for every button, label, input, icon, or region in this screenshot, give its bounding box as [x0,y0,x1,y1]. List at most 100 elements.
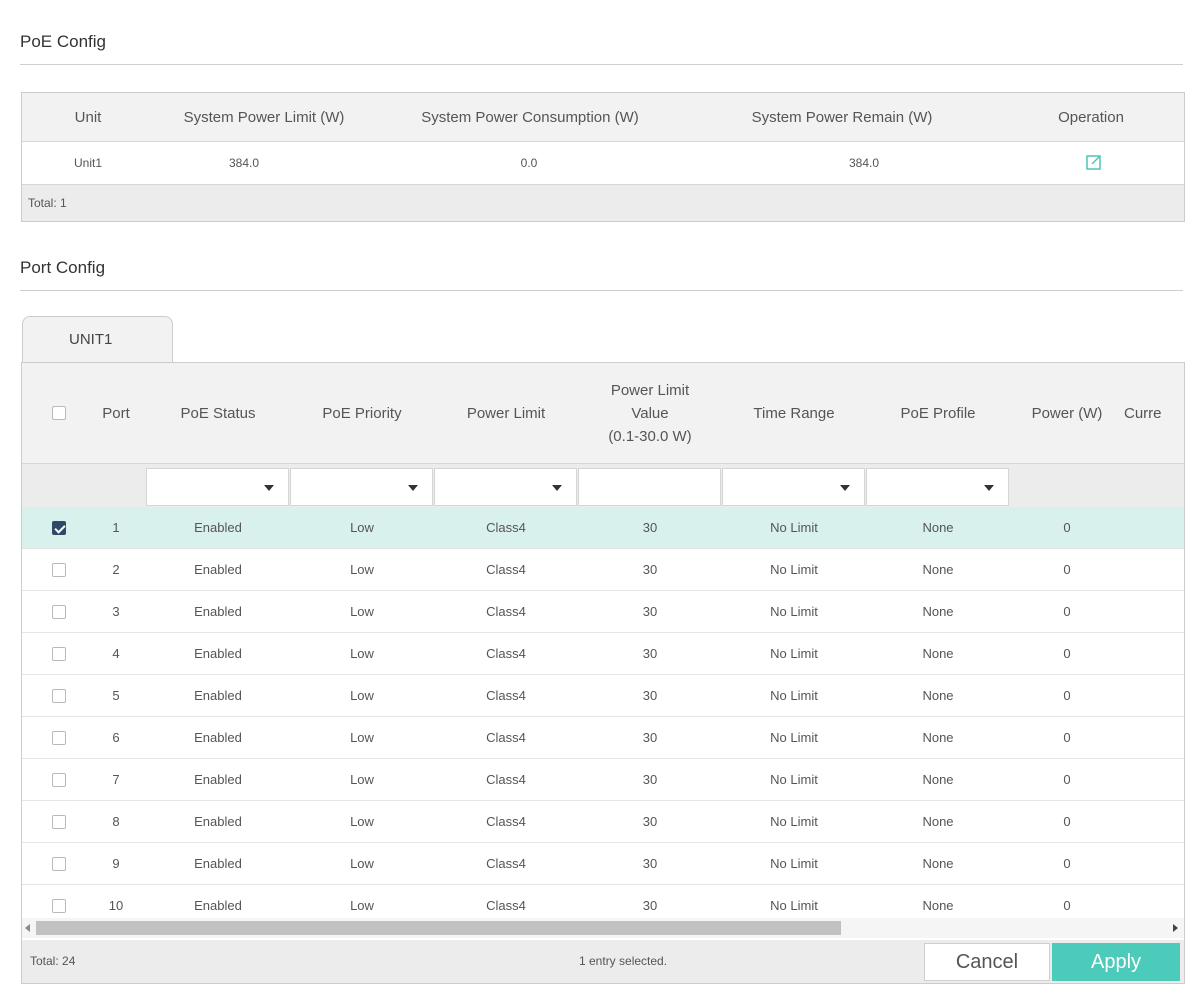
poe-config-title: PoE Config [20,32,106,51]
row-checkbox-cell [32,759,86,800]
power-cell: 0 [1063,688,1071,703]
power-limit-cell: Class4 [486,814,526,829]
power-cell: 0 [1063,520,1071,535]
caret-down-icon [984,485,994,491]
table-row[interactable]: 8 Enabled Low Class4 30 No Limit None 0 [22,801,1184,843]
scroll-left-icon[interactable] [25,924,30,932]
power-cell: 0 [1063,562,1071,577]
col-power-limit-value-line2: Value [631,404,669,422]
cancel-button[interactable]: Cancel [924,943,1050,981]
operation-cell [1004,153,1184,174]
poe-config-divider [20,64,1183,65]
col-power-remain: System Power Remain (W) [751,108,933,126]
table-row[interactable]: 2 Enabled Low Class4 30 No Limit None 0 [22,549,1184,591]
power-limit-value-cell: 30 [642,646,658,661]
horizontal-scrollbar[interactable] [22,918,1184,938]
poe-status-cell: Enabled [194,604,242,619]
port-config-divider [20,290,1183,291]
total-count: Total: 24 [30,954,76,968]
col-poe-status: PoE Status [180,404,256,422]
poe-profile-cell: None [922,730,954,745]
power-cell: 0 [1063,772,1071,787]
caret-down-icon [552,485,562,491]
power-limit-filter[interactable] [434,468,577,506]
power-cell: 0 [1063,730,1071,745]
table-row[interactable]: 3 Enabled Low Class4 30 No Limit None 0 [22,591,1184,633]
table-row[interactable]: 9 Enabled Low Class4 30 No Limit None 0 [22,843,1184,885]
row-checkbox[interactable] [52,814,66,829]
col-power-limit-value: Power Limit Value (0.1-30.0 W) [578,363,722,463]
table-row[interactable]: 1 Enabled Low Class4 30 No Limit None 0 [22,507,1184,549]
power-remain-cell: 384.0 [848,156,880,170]
col-power: Power (W) [1031,404,1103,422]
poe-status-filter[interactable] [146,468,289,506]
apply-button[interactable]: Apply [1052,943,1180,981]
poe-profile-filter[interactable] [866,468,1009,506]
power-limit-cell: Class4 [486,562,526,577]
time-range-cell: No Limit [770,856,818,871]
row-checkbox[interactable] [52,898,66,913]
power-limit-value-cell: 30 [642,856,658,871]
row-checkbox-cell [32,801,86,842]
poe-priority-cell: Low [350,562,374,577]
poe-status-cell: Enabled [194,730,242,745]
poe-status-cell: Enabled [194,646,242,661]
poe-config-footer: Total: 1 [22,185,1184,221]
row-checkbox[interactable] [52,730,66,745]
row-checkbox[interactable] [52,604,66,619]
power-limit-cell: Class4 [486,646,526,661]
row-checkbox[interactable] [52,562,66,577]
poe-priority-filter[interactable] [290,468,433,506]
caret-down-icon [408,485,418,491]
unit-cell: Unit1 [73,156,102,170]
power-limit-cell: Class4 [486,688,526,703]
port-table-footer: Total: 24 1 entry selected. Cancel Apply [22,940,1184,983]
table-row[interactable]: 7 Enabled Low Class4 30 No Limit None 0 [22,759,1184,801]
poe-profile-cell: None [922,814,954,829]
port-cell: 5 [112,688,120,703]
time-range-cell: No Limit [770,520,818,535]
poe-status-cell: Enabled [194,772,242,787]
power-cell: 0 [1063,604,1071,619]
power-cell: 0 [1063,814,1071,829]
time-range-cell: No Limit [770,604,818,619]
power-limit-value-input[interactable] [578,468,721,506]
caret-down-icon [840,485,850,491]
time-range-filter[interactable] [722,468,865,506]
select-all-checkbox[interactable] [52,406,66,420]
power-consumption-cell: 0.0 [520,156,538,170]
power-limit-value-cell: 30 [642,772,658,787]
poe-status-cell: Enabled [194,814,242,829]
table-row[interactable]: 6 Enabled Low Class4 30 No Limit None 0 [22,717,1184,759]
total-count: Total: 1 [28,196,67,210]
row-checkbox[interactable] [52,688,66,703]
poe-status-cell: Enabled [194,562,242,577]
table-row[interactable]: 4 Enabled Low Class4 30 No Limit None 0 [22,633,1184,675]
row-checkbox[interactable] [52,520,66,535]
time-range-cell: No Limit [770,562,818,577]
time-range-cell: No Limit [770,688,818,703]
edit-icon[interactable] [1085,153,1103,171]
scrollbar-thumb[interactable] [36,921,841,935]
row-checkbox-cell [32,507,86,548]
scroll-right-icon[interactable] [1173,924,1178,932]
time-range-cell: No Limit [770,646,818,661]
caret-down-icon [264,485,274,491]
col-unit: Unit [74,108,102,126]
poe-priority-cell: Low [350,814,374,829]
port-cell: 3 [112,604,120,619]
port-rows: 1 Enabled Low Class4 30 No Limit None 0 2 Enabled… [22,507,1184,927]
power-limit-value-cell: 30 [642,604,658,619]
row-checkbox[interactable] [52,646,66,661]
port-cell: 6 [112,730,120,745]
port-cell: 1 [112,520,120,535]
power-limit-cell: Class4 [486,772,526,787]
port-cell: 4 [112,646,120,661]
table-row[interactable]: 5 Enabled Low Class4 30 No Limit None 0 [22,675,1184,717]
tab-unit1[interactable]: UNIT1 [22,316,173,364]
row-checkbox[interactable] [52,856,66,871]
poe-profile-cell: None [922,646,954,661]
poe-profile-cell: None [922,856,954,871]
row-checkbox[interactable] [52,772,66,787]
poe-status-cell: Enabled [194,856,242,871]
